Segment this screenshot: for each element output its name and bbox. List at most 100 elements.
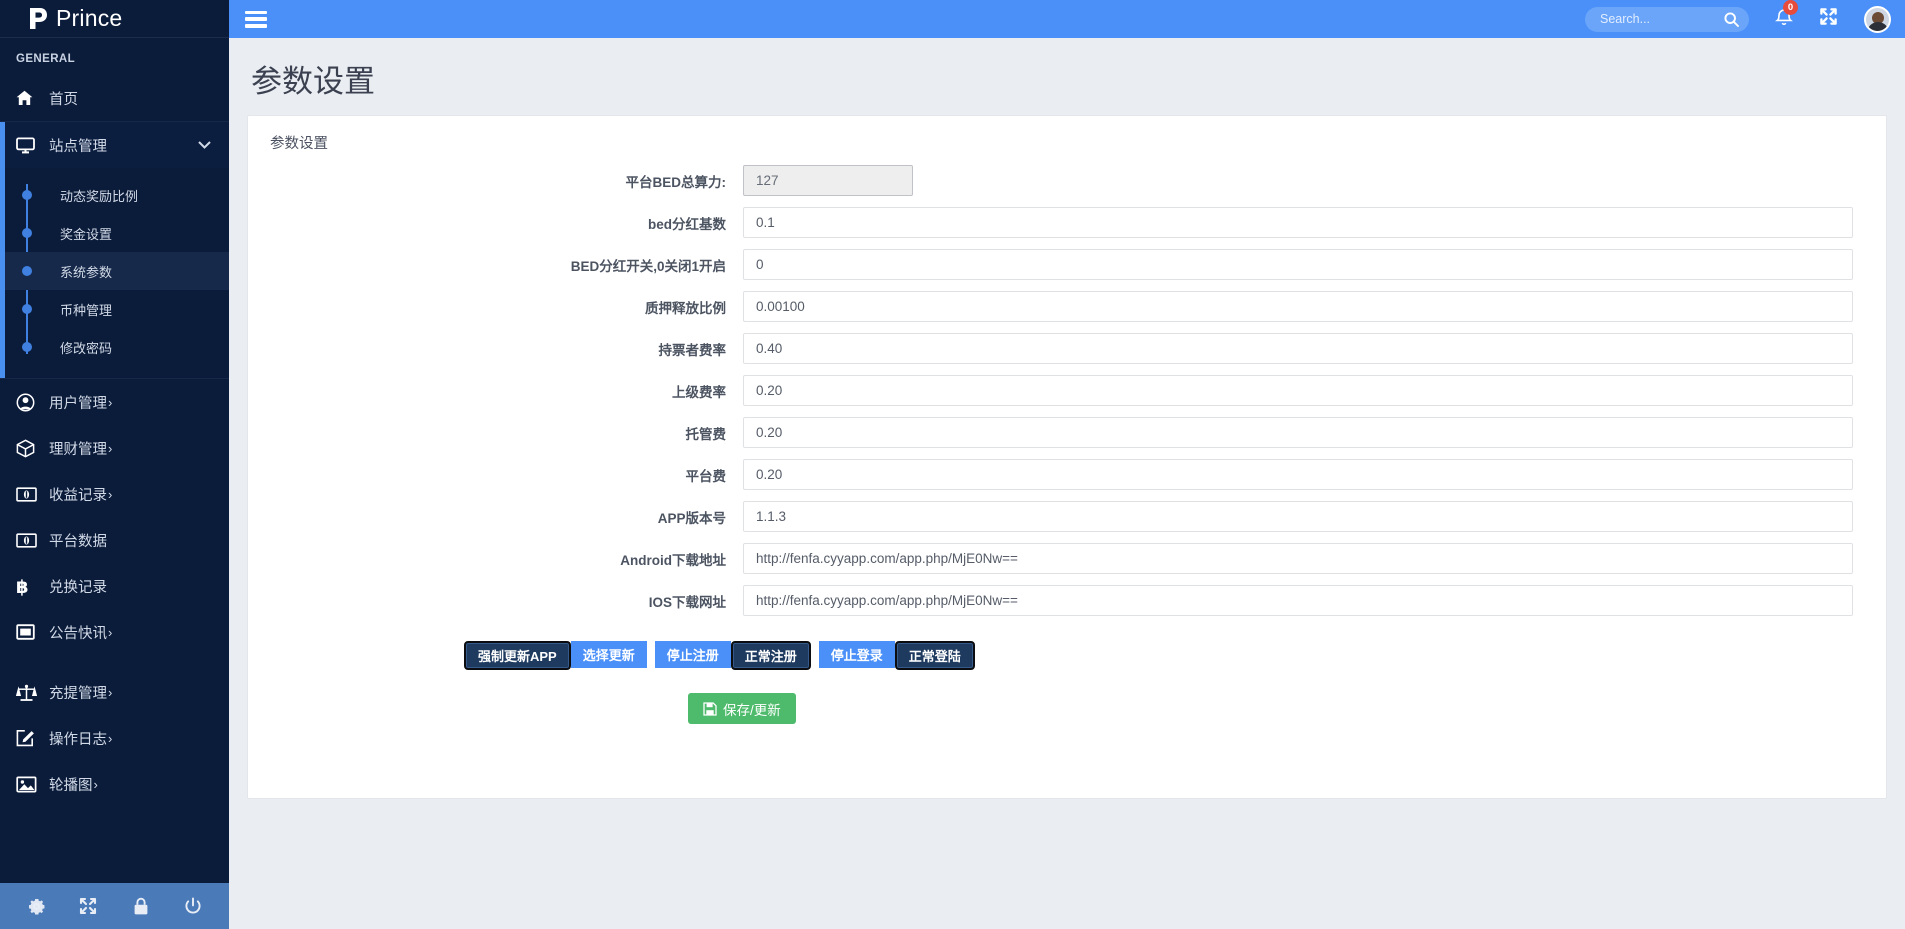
sidebar-item-label: 理财管理 <box>49 438 107 459</box>
input-app-version[interactable] <box>743 501 1853 532</box>
hamburger-bar <box>245 17 267 21</box>
sidebar-subitem-label: 动态奖励比例 <box>60 186 138 205</box>
hamburger-bar <box>245 11 267 15</box>
form-row-app-version: APP版本号 <box>248 501 1886 532</box>
power-icon[interactable] <box>176 889 210 923</box>
sidebar-item-income-records[interactable]: 收益记录 › <box>0 471 229 517</box>
hamburger-bar <box>245 24 267 28</box>
chevron-right-icon: › <box>108 441 112 456</box>
sidebar-submenu: 动态奖励比例 奖金设置 系统参数 币种管理 修改密码 <box>0 168 229 378</box>
sidebar-subitem-label: 修改密码 <box>60 338 112 357</box>
search-box[interactable] <box>1585 7 1749 32</box>
input-superior-fee-rate[interactable] <box>743 375 1853 406</box>
banknote-icon <box>16 484 40 504</box>
bitcoin-icon: ฿ <box>16 576 40 596</box>
field-label: 平台费 <box>248 465 743 485</box>
field-label: Android下载地址 <box>248 549 743 569</box>
banknote-icon <box>16 530 40 550</box>
sidebar: Prince GENERAL 首页 站点管理 <box>0 0 229 929</box>
sidebar-item-label: 首页 <box>49 88 78 109</box>
lock-icon[interactable] <box>124 889 158 923</box>
chevron-right-icon: › <box>108 625 112 640</box>
search-icon[interactable] <box>1724 12 1739 27</box>
field-label: BED分红开关,0关闭1开启 <box>248 255 743 275</box>
form-row-pledge-release-ratio: 质押释放比例 <box>248 291 1886 322</box>
avatar-body <box>1867 22 1889 33</box>
main-content: 参数设置 参数设置 平台BED总算力: bed分红基数 BED分红开关,0关闭1… <box>229 38 1905 929</box>
input-custody-fee[interactable] <box>743 417 1853 448</box>
sidebar-item-label: 收益记录 <box>49 484 107 505</box>
field-label: 托管费 <box>248 423 743 443</box>
sidebar-item-label: 充提管理 <box>49 682 107 703</box>
submenu-dot-icon <box>22 228 32 238</box>
sidebar-subitem-dynamic-reward-ratio[interactable]: 动态奖励比例 <box>5 176 229 214</box>
sidebar-item-finance-management[interactable]: 理财管理 › <box>0 425 229 471</box>
button-normal-registration[interactable]: 正常注册 <box>731 641 811 670</box>
toggle-button-rows: 强制更新APP 选择更新 停止注册 正常注册 停止登录 正常登陆 <box>248 627 1886 670</box>
fullscreen-button[interactable] <box>1819 7 1838 31</box>
sidebar-subitem-bonus-settings[interactable]: 奖金设置 <box>5 214 229 252</box>
input-pledge-release-ratio[interactable] <box>743 291 1853 322</box>
input-bed-dividend-base[interactable] <box>743 207 1853 238</box>
button-group-login: 停止登录 正常登陆 <box>819 641 975 670</box>
home-icon <box>16 88 40 108</box>
input-android-download-url[interactable] <box>743 543 1853 574</box>
field-label: APP版本号 <box>248 507 743 527</box>
expand-arrows-icon[interactable] <box>71 889 105 923</box>
sidebar-subitem-label: 币种管理 <box>60 300 112 319</box>
user-circle-icon <box>16 392 40 412</box>
form-row-custody-fee: 托管费 <box>248 417 1886 448</box>
chevron-right-icon: › <box>108 685 112 700</box>
sidebar-item-label: 平台数据 <box>49 530 107 551</box>
expand-arrows-icon <box>1819 7 1838 31</box>
input-total-bed-hashrate[interactable] <box>743 165 913 196</box>
save-button[interactable]: 保存/更新 <box>688 693 796 724</box>
avatar[interactable] <box>1864 6 1891 33</box>
prince-p-logo-icon <box>27 6 49 31</box>
submenu-dot-icon <box>22 342 32 352</box>
form-row-bed-dividend-base: bed分红基数 <box>248 207 1886 238</box>
sidebar-item-exchange-records[interactable]: ฿ 兑换记录 <box>0 563 229 609</box>
sidebar-item-label: 用户管理 <box>49 392 107 413</box>
chevron-right-icon: › <box>108 395 112 410</box>
sidebar-item-announcements[interactable]: 公告快讯 › <box>0 609 229 655</box>
sidebar-item-user-management[interactable]: 用户管理 › <box>0 379 229 425</box>
brand-name: Prince <box>56 5 122 32</box>
button-stop-login[interactable]: 停止登录 <box>819 641 895 668</box>
submenu-dot-icon <box>22 304 32 314</box>
sidebar-item-site-management[interactable]: 站点管理 <box>0 122 229 168</box>
input-ticket-holder-fee-rate[interactable] <box>743 333 1853 364</box>
settings-card: 参数设置 平台BED总算力: bed分红基数 BED分红开关,0关闭1开启 <box>247 115 1887 799</box>
sidebar-item-home[interactable]: 首页 <box>0 75 229 121</box>
button-optional-update[interactable]: 选择更新 <box>571 641 647 668</box>
sidebar-item-platform-data[interactable]: 平台数据 <box>0 517 229 563</box>
button-normal-login[interactable]: 正常登陆 <box>895 641 975 670</box>
form-row-superior-fee-rate: 上级费率 <box>248 375 1886 406</box>
sidebar-subitem-system-parameters[interactable]: 系统参数 <box>5 252 229 290</box>
input-bed-dividend-switch[interactable] <box>743 249 1853 280</box>
parameter-settings-form: 平台BED总算力: bed分红基数 BED分红开关,0关闭1开启 质押释放比例 <box>248 159 1886 724</box>
notifications-bell-button[interactable]: 0 <box>1775 7 1793 31</box>
sidebar-subitem-change-password[interactable]: 修改密码 <box>5 328 229 366</box>
edit-square-icon <box>16 728 40 748</box>
button-stop-registration[interactable]: 停止注册 <box>655 641 731 668</box>
sidebar-item-carousel[interactable]: 轮播图 › <box>0 761 229 807</box>
button-group-registration: 停止注册 正常注册 <box>655 641 811 670</box>
brand-logo[interactable]: Prince <box>0 0 229 38</box>
form-row-android-download-url: Android下载地址 <box>248 543 1886 574</box>
box-icon <box>16 438 40 458</box>
window-icon <box>16 622 40 642</box>
search-input[interactable] <box>1598 11 1718 27</box>
monitor-icon <box>16 135 40 155</box>
sidebar-item-operation-log[interactable]: 操作日志 › <box>0 715 229 761</box>
top-navigation-bar: 0 <box>229 0 1905 38</box>
input-platform-fee[interactable] <box>743 459 1853 490</box>
sidebar-item-deposit-withdraw[interactable]: 充提管理 › <box>0 669 229 715</box>
gear-icon[interactable] <box>19 889 53 923</box>
topbar-actions: 0 <box>1585 6 1905 33</box>
sidebar-subitem-currency-management[interactable]: 币种管理 <box>5 290 229 328</box>
hamburger-icon[interactable] <box>245 11 267 28</box>
button-force-update-app[interactable]: 强制更新APP <box>464 641 571 670</box>
input-ios-download-url[interactable] <box>743 585 1853 616</box>
chevron-down-icon[interactable] <box>198 138 211 152</box>
